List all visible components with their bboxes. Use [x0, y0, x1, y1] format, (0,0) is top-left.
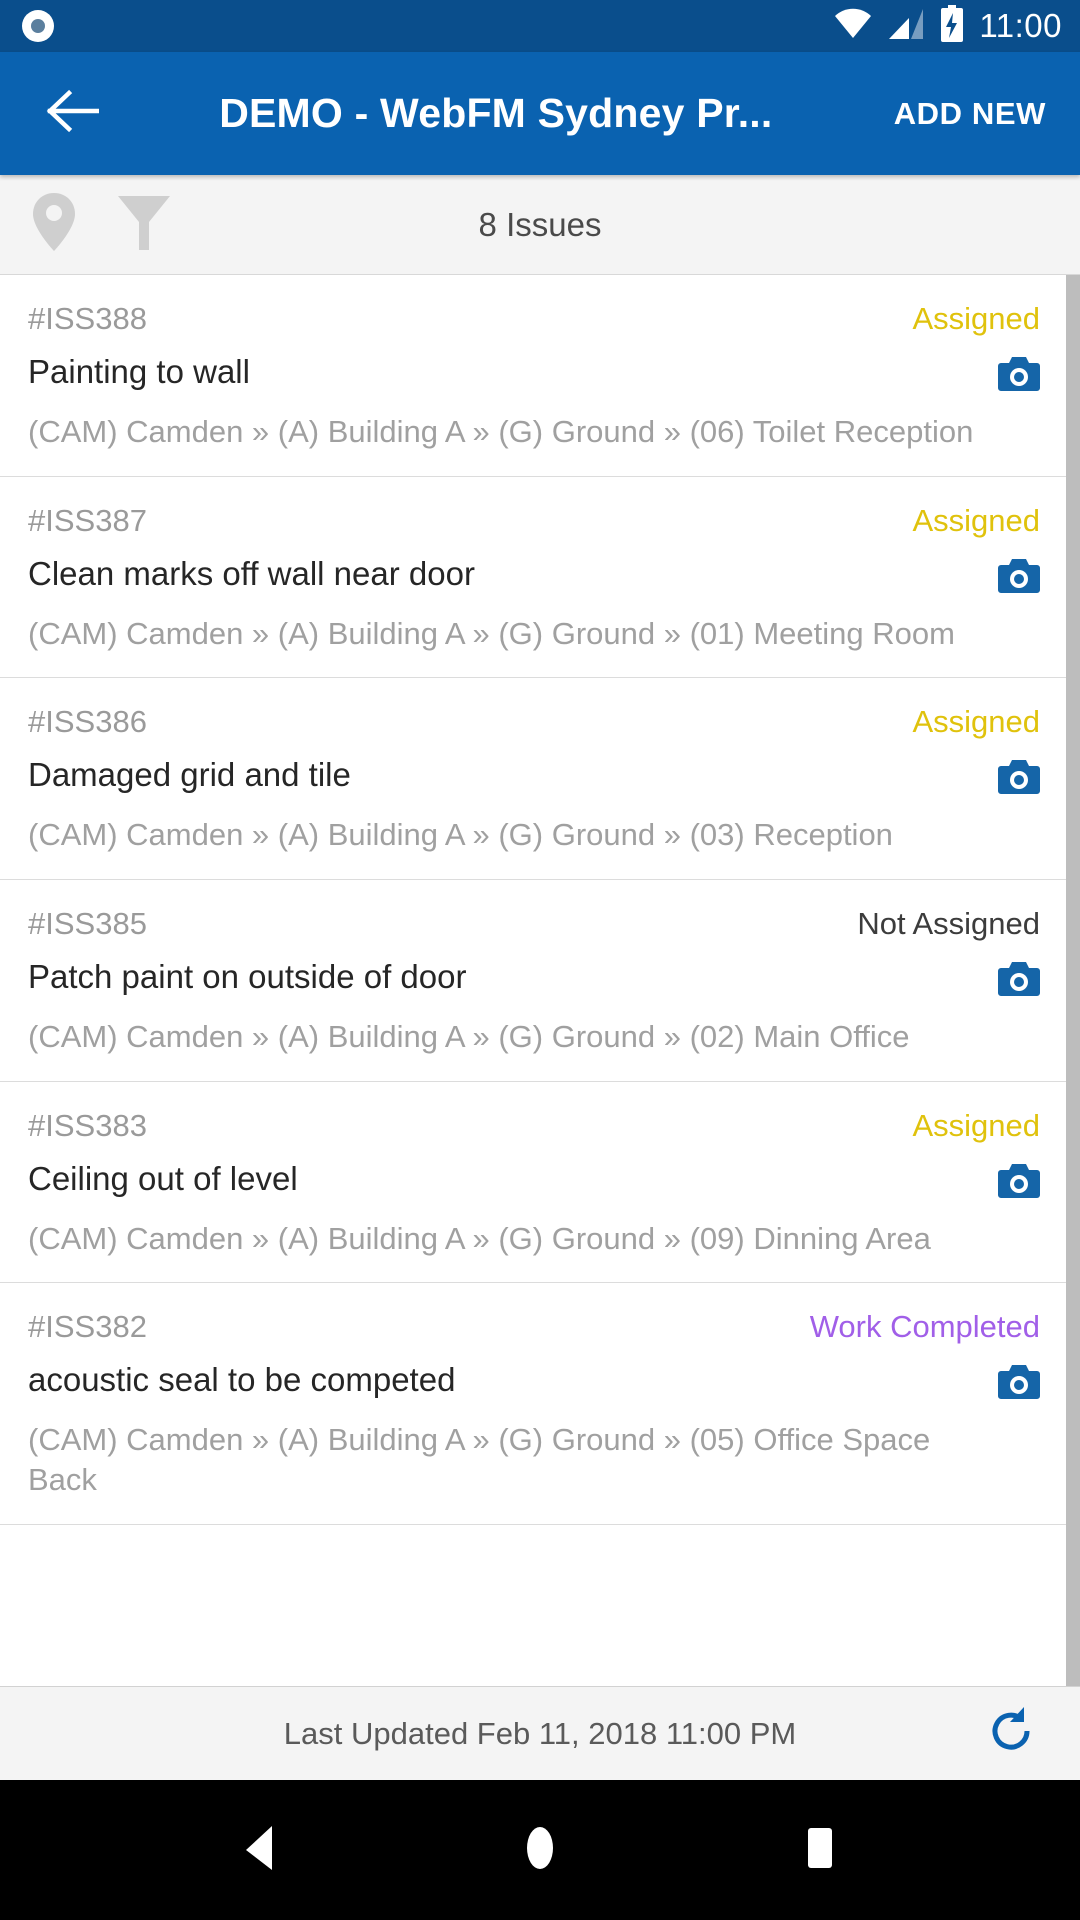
issue-card-header: #ISS386 Assigned [28, 704, 1040, 740]
issue-location: (CAM) Camden » (A) Building A » (G) Grou… [28, 1220, 931, 1256]
list-scrollbar[interactable] [1066, 275, 1080, 1686]
issue-card-header: #ISS383 Assigned [28, 1108, 1040, 1144]
issue-location: (CAM) Camden » (A) Building A » (G) Grou… [28, 1019, 910, 1055]
issue-id: #ISS388 [28, 301, 147, 336]
issue-location: (CAM) Camden » (A) Building A » (G) Grou… [28, 1422, 931, 1498]
issue-id: #ISS383 [28, 1107, 147, 1143]
issue-card-body: Clean marks off wall near door [28, 555, 1040, 598]
nav-back-triangle-icon [236, 1822, 284, 1879]
status-badge: Assigned [912, 301, 1040, 336]
issue-id: #ISS387 [28, 502, 147, 538]
nav-home-circle-icon [516, 1822, 564, 1879]
issue-list[interactable]: #ISS388 Assigned Painting to wall (CAM) Cam… [0, 275, 1080, 1686]
wifi-icon [833, 7, 873, 46]
issue-title: Damaged grid and tile [28, 756, 351, 794]
cell-signal-icon [887, 7, 925, 46]
status-bar: 11:00 [0, 0, 1080, 52]
issue-location: (CAM) Camden » (A) Building A » (G) Grou… [28, 414, 974, 449]
status-badge: Not Assigned [857, 906, 1040, 942]
issue-id: #ISS386 [28, 704, 147, 740]
issue-card-header: #ISS385 Not Assigned [28, 906, 1040, 942]
camera-icon[interactable] [998, 1361, 1040, 1404]
issue-card[interactable]: #ISS387 Assigned Clean marks off wall near… [0, 476, 1066, 679]
issue-card-header: #ISS382 Work Completed [28, 1309, 1040, 1345]
issue-title: acoustic seal to be competed [28, 1361, 456, 1399]
issue-title: Patch paint on outside of door [28, 958, 467, 996]
nav-recents-button[interactable] [775, 1805, 865, 1895]
issue-card-body: Damaged grid and tile [28, 756, 1040, 799]
app-bar: DEMO - WebFM Sydney Pr... ADD NEW [0, 52, 1080, 175]
record-circle-icon [22, 10, 54, 42]
status-badge: Work Completed [809, 1309, 1040, 1345]
issue-card[interactable]: #ISS388 Assigned Painting to wall (CAM) Cam… [0, 275, 1066, 477]
issue-card[interactable]: #ISS383 Assigned Ceiling out of level (CAM)… [0, 1081, 1066, 1284]
status-bar-clock: 11:00 [979, 7, 1062, 44]
issue-card-header: #ISS388 Assigned [28, 301, 1040, 337]
nav-recents-square-icon [796, 1822, 844, 1879]
issue-card-body: Ceiling out of level [28, 1160, 1040, 1203]
battery-charging-icon [939, 4, 965, 48]
issue-location: (CAM) Camden » (A) Building A » (G) Grou… [28, 817, 893, 853]
status-badge: Assigned [912, 502, 1040, 538]
issue-card-body: Painting to wall [28, 353, 1040, 396]
add-new-button[interactable]: ADD NEW [882, 86, 1058, 142]
issue-id: #ISS382 [28, 1309, 147, 1345]
camera-icon[interactable] [998, 1160, 1040, 1203]
issue-location: (CAM) Camden » (A) Building A » (G) Grou… [28, 615, 955, 651]
back-button[interactable] [34, 76, 110, 152]
issue-card[interactable]: #ISS382 Work Completed acoustic seal to be… [0, 1283, 1066, 1525]
issue-id: #ISS385 [28, 906, 147, 942]
nav-home-button[interactable] [495, 1805, 585, 1895]
android-nav-bar [0, 1780, 1080, 1920]
camera-icon[interactable] [998, 555, 1040, 598]
issue-title: Ceiling out of level [28, 1159, 298, 1197]
refresh-button[interactable] [976, 1699, 1046, 1769]
funnel-filter-icon [116, 192, 172, 257]
status-bar-left [22, 10, 54, 42]
phone-screen: 11:00 DEMO - WebFM Sydney Pr... ADD NEW [0, 0, 1080, 1920]
last-updated-label: Last Updated Feb 11, 2018 11:00 PM [283, 1715, 797, 1751]
issue-title: Painting to wall [28, 353, 250, 390]
filter-toolbar: 8 Issues [0, 175, 1080, 275]
camera-icon[interactable] [998, 958, 1040, 1001]
issue-title: Clean marks off wall near door [28, 554, 475, 592]
refresh-icon [983, 1703, 1039, 1764]
issue-card-header: #ISS387 Assigned [28, 503, 1040, 539]
status-badge: Assigned [912, 704, 1040, 740]
map-pin-button[interactable] [16, 191, 92, 258]
issue-card-body: acoustic seal to be competed [28, 1361, 1040, 1404]
issue-list-container: #ISS388 Assigned Painting to wall (CAM) Cam… [0, 275, 1080, 1686]
status-bar-right: 11:00 [833, 4, 1062, 48]
issue-card[interactable]: #ISS386 Assigned Damaged grid and tile (CAM… [0, 678, 1066, 881]
page-title: DEMO - WebFM Sydney Pr... [219, 90, 773, 136]
issue-card[interactable]: #ISS385 Not Assigned Patch paint on outsid… [0, 880, 1066, 1082]
map-pin-icon [31, 191, 77, 258]
filter-button[interactable] [106, 192, 182, 257]
camera-icon[interactable] [998, 353, 1040, 396]
nav-back-button[interactable] [215, 1805, 305, 1895]
camera-icon[interactable] [998, 756, 1040, 799]
back-arrow-icon [45, 89, 100, 138]
footer-bar: Last Updated Feb 11, 2018 11:00 PM [0, 1686, 1080, 1780]
issue-card-body: Patch paint on outside of door [28, 958, 1040, 1001]
status-badge: Assigned [912, 1107, 1040, 1143]
